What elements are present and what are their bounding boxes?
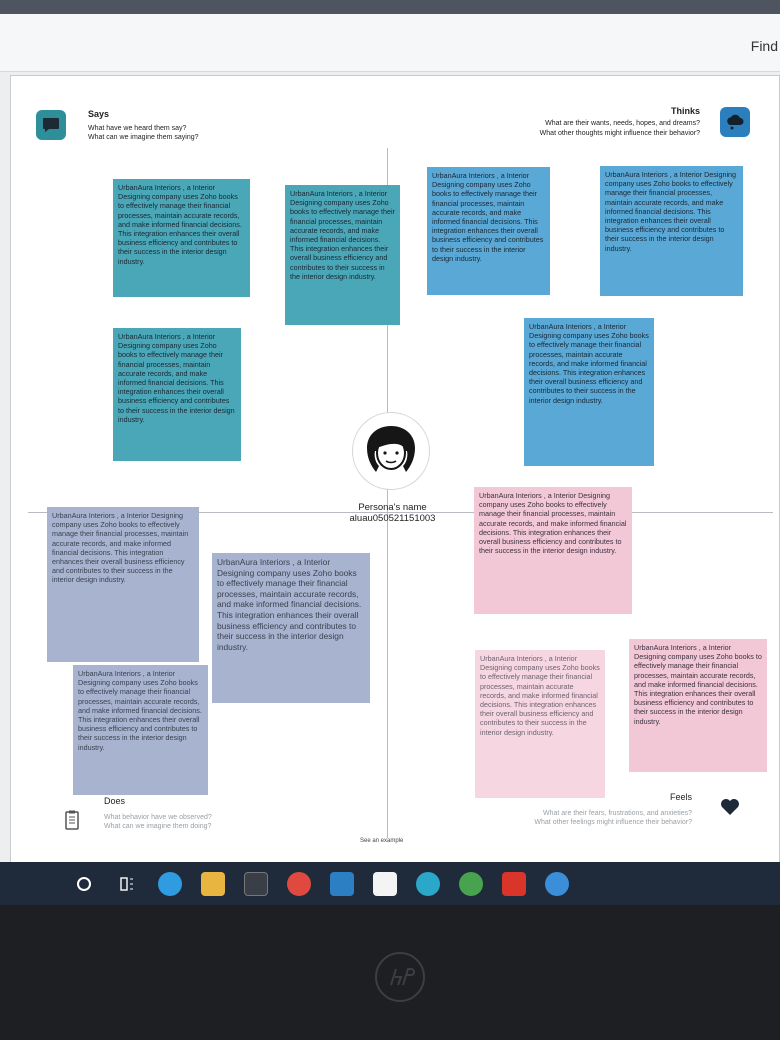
notes-icon[interactable] [373,871,397,896]
sticky-note[interactable]: UrbanAura Interiors , a Interior Designi… [524,318,654,466]
see-example-link[interactable]: See an example [360,838,403,844]
help-icon[interactable] [545,871,569,896]
task-view-icon[interactable] [115,872,139,896]
opera-icon[interactable] [287,871,311,896]
thinks-title: Thinks [670,106,700,116]
store-icon[interactable] [416,871,440,896]
sticky-note[interactable]: UrbanAura Interiors , a Interior Designi… [475,650,605,798]
speech-bubble-icon [36,110,66,140]
sticky-note[interactable]: UrbanAura Interiors , a Interior Designi… [113,179,250,297]
says-prompt-1: What have we heard them say? [88,125,187,132]
sticky-note[interactable]: UrbanAura Interiors , a Interior Designi… [113,328,241,461]
file-explorer-icon[interactable] [201,871,225,896]
sticky-note[interactable]: UrbanAura Interiors , a Interior Designi… [212,553,370,703]
calculator-icon[interactable] [244,871,268,896]
app-toolbar: Find [0,14,780,72]
taskbar [0,862,780,905]
screen: Find Says What have we heard them say? W… [0,0,780,905]
thinks-prompt-2: What other thoughts might influence thei… [539,130,700,137]
feels-prompt-2: What other feelings might influence thei… [534,819,692,826]
thinks-prompt-1: What are their wants, needs, hopes, and … [545,120,700,127]
persona-name-value[interactable]: aluau050521151003 [330,513,455,524]
sticky-note[interactable]: UrbanAura Interiors , a Interior Designi… [427,167,550,295]
sticky-note[interactable]: UrbanAura Interiors , a Interior Designi… [47,507,199,662]
mail-icon[interactable] [330,871,354,896]
find-button[interactable]: Find [751,38,778,54]
feels-prompt-1: What are their fears, frustrations, and … [542,810,692,817]
does-prompt-2: What can we imagine them doing? [104,823,212,830]
notepad-icon [57,805,87,835]
sticky-note[interactable]: UrbanAura Interiors , a Interior Designi… [629,639,767,772]
says-title: Says [88,109,110,119]
sticky-note[interactable]: UrbanAura Interiors , a Interior Designi… [73,665,208,795]
does-prompt-1: What behavior have we observed? [104,814,212,821]
start-icon[interactable] [72,872,96,896]
sticky-note[interactable]: UrbanAura Interiors , a Interior Designi… [474,487,632,614]
window-top-bar [0,0,780,14]
feels-title: Feels [669,792,692,802]
persona-name-label: Persona's name [358,502,427,513]
does-title: Does [104,796,126,806]
says-prompt-2: What can we imagine them saying? [88,134,199,141]
hp-logo-icon [375,952,425,1002]
sticky-note[interactable]: UrbanAura Interiors , a Interior Designi… [600,166,743,296]
chrome-icon[interactable] [459,871,483,896]
persona-avatar-icon[interactable] [352,412,430,490]
sticky-note[interactable]: UrbanAura Interiors , a Interior Designi… [285,185,400,325]
heart-icon [715,792,745,822]
acrobat-icon[interactable] [502,871,526,896]
thought-cloud-icon [720,107,750,137]
edge-icon[interactable] [158,871,182,896]
